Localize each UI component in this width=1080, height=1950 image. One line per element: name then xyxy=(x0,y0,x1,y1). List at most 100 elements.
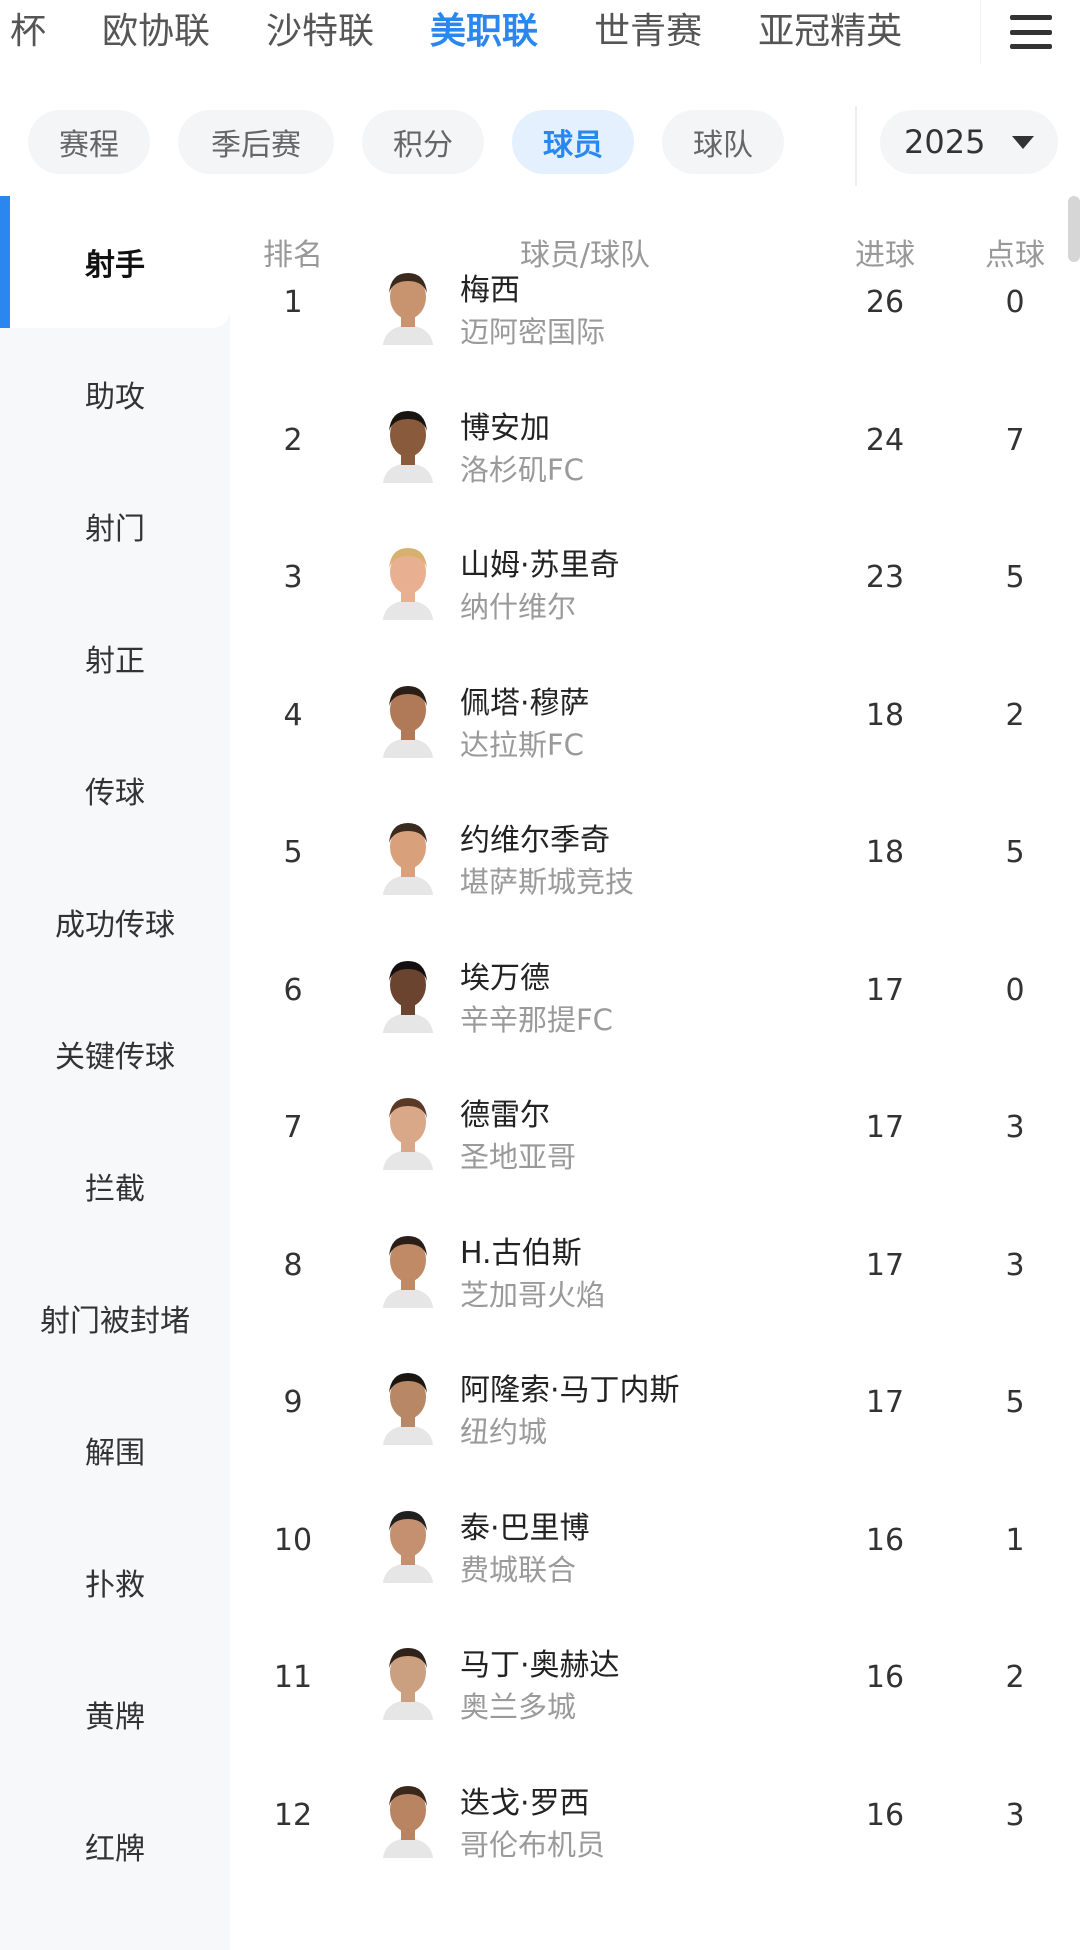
player-team[interactable]: 芝加哥火焰 xyxy=(460,1272,605,1314)
player-penalties: 2 xyxy=(1005,1660,1025,1695)
player-name[interactable]: 迭戈·罗西 xyxy=(460,1778,590,1822)
player-avatar[interactable] xyxy=(375,265,441,345)
player-rank: 5 xyxy=(283,835,303,870)
player-rank: 8 xyxy=(283,1247,303,1283)
table-row[interactable] xyxy=(230,953,1080,1090)
player-name[interactable]: 佩塔·穆萨 xyxy=(460,678,590,722)
category-clearances[interactable]: 解围 xyxy=(0,1384,230,1516)
category-blocked-shots[interactable]: 射门被封堵 xyxy=(0,1252,230,1384)
player-goals: 18 xyxy=(865,697,905,733)
player-goals: 17 xyxy=(865,1385,905,1420)
player-avatar[interactable] xyxy=(375,1503,441,1583)
player-rank: 10 xyxy=(273,1522,313,1558)
player-penalties: 1 xyxy=(1005,1522,1025,1558)
player-name[interactable]: 梅西 xyxy=(460,265,520,309)
table-row[interactable] xyxy=(230,815,1080,952)
player-goals: 17 xyxy=(865,1247,905,1283)
player-team[interactable]: 达拉斯FC xyxy=(460,722,584,764)
caret-down-icon xyxy=(1012,136,1034,149)
player-team[interactable]: 辛辛那提FC xyxy=(460,997,613,1039)
table-row[interactable] xyxy=(230,1640,1080,1777)
player-rank: 2 xyxy=(283,422,303,458)
player-name[interactable]: 泰·巴里博 xyxy=(460,1503,590,1547)
table-row[interactable] xyxy=(230,540,1080,677)
player-avatar[interactable] xyxy=(375,540,441,620)
player-avatar[interactable] xyxy=(375,1778,441,1858)
season-select[interactable]: 2025 xyxy=(880,110,1058,174)
player-avatar[interactable] xyxy=(375,403,441,483)
player-penalties: 7 xyxy=(1005,422,1025,458)
table-row[interactable] xyxy=(230,1503,1080,1640)
league-tab-uecl[interactable]: 欧协联 xyxy=(74,0,238,64)
player-penalties: 3 xyxy=(1005,1110,1025,1145)
player-name[interactable]: 博安加 xyxy=(460,403,550,447)
category-shots-on-target[interactable]: 射正 xyxy=(0,592,230,724)
player-team[interactable]: 圣地亚哥 xyxy=(460,1134,576,1176)
category-interceptions[interactable]: 拦截 xyxy=(0,1120,230,1252)
player-goals: 16 xyxy=(865,1522,905,1558)
category-shots[interactable]: 射门 xyxy=(0,460,230,592)
player-name[interactable]: 山姆·苏里奇 xyxy=(460,540,620,584)
menu-button[interactable] xyxy=(980,0,1080,64)
table-row[interactable] xyxy=(230,678,1080,815)
player-avatar[interactable] xyxy=(375,678,441,758)
player-team[interactable]: 费城联合 xyxy=(460,1547,576,1589)
player-penalties: 0 xyxy=(1005,285,1025,320)
player-avatar[interactable] xyxy=(375,953,441,1033)
divider xyxy=(855,106,857,186)
player-name[interactable]: 阿隆索·马丁内斯 xyxy=(460,1365,680,1409)
category-yellow-cards[interactable]: 黄牌 xyxy=(0,1648,230,1780)
category-key-passes[interactable]: 关键传球 xyxy=(0,988,230,1120)
category-scorers[interactable]: 射手 xyxy=(0,196,230,328)
player-name[interactable]: 德雷尔 xyxy=(460,1090,550,1134)
player-avatar[interactable] xyxy=(375,1228,441,1308)
league-tab-bar: 杯 欧协联 沙特联 美职联 世青赛 亚冠精英 xyxy=(0,0,1080,64)
sub-tab-players[interactable]: 球员 xyxy=(512,110,634,174)
player-rank: 1 xyxy=(283,285,303,320)
player-avatar[interactable] xyxy=(375,815,441,895)
table-row[interactable] xyxy=(230,1228,1080,1365)
player-team[interactable]: 堪萨斯城竞技 xyxy=(460,859,634,901)
player-goals: 17 xyxy=(865,1110,905,1145)
scrollbar[interactable] xyxy=(1068,196,1080,262)
player-goals: 16 xyxy=(865,1797,905,1833)
league-tab-cup[interactable]: 杯 xyxy=(0,0,74,64)
player-name[interactable]: 埃万德 xyxy=(460,953,550,997)
player-avatar[interactable] xyxy=(375,1090,441,1170)
player-name[interactable]: 约维尔季奇 xyxy=(460,815,610,859)
league-tab-acl-elite[interactable]: 亚冠精英 xyxy=(730,0,930,64)
player-name[interactable]: 马丁·奥赫达 xyxy=(460,1640,620,1684)
category-successful-passes[interactable]: 成功传球 xyxy=(0,856,230,988)
player-rank: 9 xyxy=(283,1385,303,1420)
table-row[interactable] xyxy=(230,265,1080,402)
player-team[interactable]: 纳什维尔 xyxy=(460,584,576,626)
league-tab-u20[interactable]: 世青赛 xyxy=(566,0,730,64)
table-row[interactable] xyxy=(230,403,1080,540)
table-row[interactable] xyxy=(230,1090,1080,1227)
sub-tab-standings[interactable]: 积分 xyxy=(362,110,484,174)
player-penalties: 5 xyxy=(1005,1385,1025,1420)
player-team[interactable]: 哥伦布机员 xyxy=(460,1822,605,1864)
player-team[interactable]: 纽约城 xyxy=(460,1409,547,1451)
player-avatar[interactable] xyxy=(375,1640,441,1720)
player-goals: 26 xyxy=(865,285,905,320)
player-team[interactable]: 洛杉矶FC xyxy=(460,447,584,489)
player-goals: 18 xyxy=(865,835,905,870)
hamburger-menu-icon xyxy=(1009,15,1052,49)
table-row[interactable] xyxy=(230,1778,1080,1915)
league-tab-saudi[interactable]: 沙特联 xyxy=(238,0,402,64)
category-passes[interactable]: 传球 xyxy=(0,724,230,856)
sub-tab-teams[interactable]: 球队 xyxy=(662,110,784,174)
player-avatar[interactable] xyxy=(375,1365,441,1445)
player-goals: 17 xyxy=(865,972,905,1008)
sub-tab-schedule[interactable]: 赛程 xyxy=(28,110,150,174)
player-team[interactable]: 迈阿密国际 xyxy=(460,309,605,351)
player-name[interactable]: H.古伯斯 xyxy=(460,1228,582,1272)
sub-tab-playoffs[interactable]: 季后赛 xyxy=(178,110,334,174)
category-saves[interactable]: 扑救 xyxy=(0,1516,230,1648)
player-team[interactable]: 奥兰多城 xyxy=(460,1684,576,1726)
league-tab-mls[interactable]: 美职联 xyxy=(402,0,566,64)
category-assists[interactable]: 助攻 xyxy=(0,328,230,460)
league-tabs: 杯 欧协联 沙特联 美职联 世青赛 亚冠精英 xyxy=(0,0,930,64)
category-red-cards[interactable]: 红牌 xyxy=(0,1780,230,1912)
